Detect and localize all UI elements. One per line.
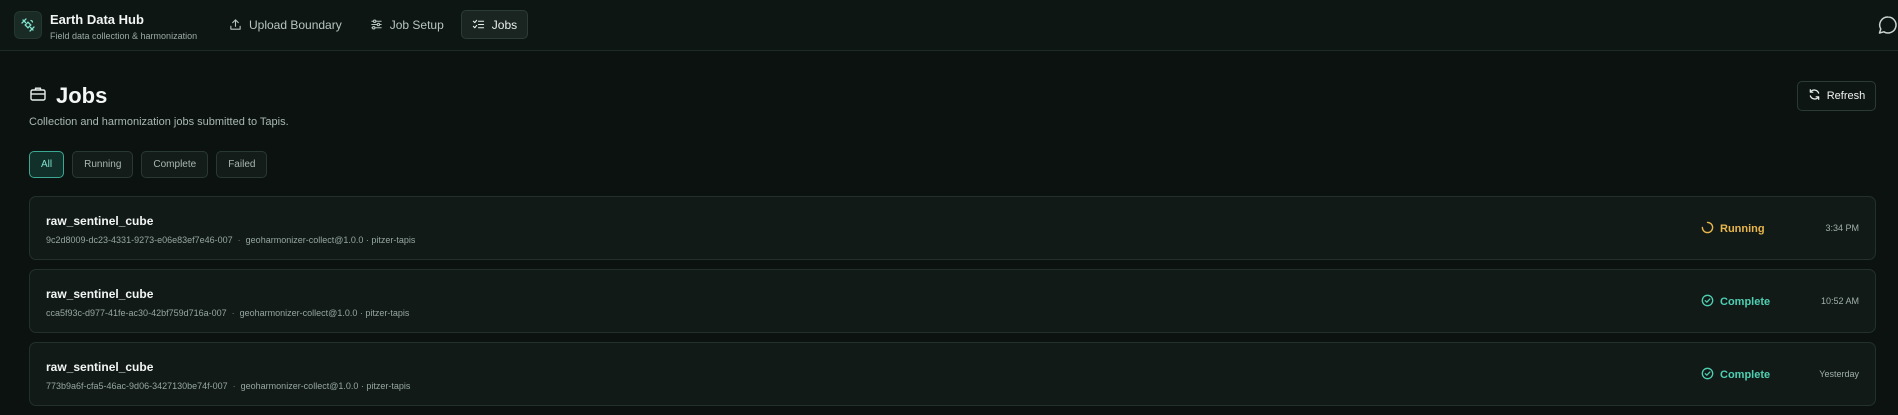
job-time: 3:34 PM [1825, 223, 1859, 233]
refresh-icon [1808, 88, 1821, 104]
nav-setup-label: Job Setup [389, 17, 444, 32]
job-app: geoharmonizer-collect@1.0.0 · pitzer-tap… [245, 235, 416, 245]
briefcase-icon [29, 85, 47, 108]
list-check-icon [472, 18, 485, 31]
filter-failed[interactable]: Failed [216, 151, 268, 178]
check-circle-icon [1701, 367, 1714, 383]
check-circle-icon [1701, 294, 1714, 310]
main-nav: Upload Boundary Job Setup Jobs [218, 10, 529, 39]
job-meta: cca5f93c-d977-41fe-ac30-42bf759d716a-007… [46, 308, 410, 318]
job-status-label: Complete [1720, 369, 1771, 381]
app-subtitle: Field data collection & harmonization [50, 31, 198, 41]
job-list: raw_sentinel_cube 9c2d8009-dc23-4331-927… [29, 196, 1876, 415]
page-header: Jobs [29, 83, 107, 109]
job-id: 773b9a6f-cfa5-46ac-9d06-3427130be74f-007 [46, 381, 228, 391]
spinner-icon [1701, 221, 1714, 237]
nav-job-setup[interactable]: Job Setup [359, 10, 455, 39]
job-app: geoharmonizer-collect@1.0.0 · pitzer-tap… [239, 308, 410, 318]
job-name: raw_sentinel_cube [46, 360, 154, 374]
status-badge: Running [1701, 221, 1765, 237]
status-badge: Complete [1701, 367, 1770, 383]
nav-jobs[interactable]: Jobs [460, 10, 529, 39]
status-badge: Complete [1701, 294, 1770, 310]
job-row[interactable]: raw_sentinel_cube 773b9a6f-cfa5-46ac-9d0… [29, 342, 1876, 406]
upload-icon [229, 18, 242, 31]
job-status-label: Complete [1720, 296, 1771, 308]
job-row[interactable]: raw_sentinel_cube cca5f93c-d977-41fe-ac3… [29, 269, 1876, 333]
job-row[interactable]: raw_sentinel_cube 9c2d8009-dc23-4331-927… [29, 196, 1876, 260]
satellite-icon[interactable] [14, 11, 42, 39]
job-name: raw_sentinel_cube [46, 287, 154, 301]
top-bar: Earth Data Hub Field data collection & h… [0, 0, 1898, 51]
nav-jobs-label: Jobs [491, 17, 518, 32]
job-time: 10:52 AM [1820, 296, 1859, 306]
job-status-label: Running [1720, 223, 1765, 235]
filter-running[interactable]: Running [72, 151, 134, 178]
status-filters: All Running Complete Failed [29, 151, 268, 178]
refresh-button[interactable]: Refresh [1797, 81, 1876, 111]
job-name: raw_sentinel_cube [46, 214, 154, 228]
job-time: Yesterday [1819, 369, 1859, 379]
nav-upload-label: Upload Boundary [249, 17, 342, 32]
filter-complete[interactable]: Complete [141, 151, 209, 178]
app-title: Earth Data Hub [50, 12, 144, 27]
job-app: geoharmonizer-collect@1.0.0 · pitzer-tap… [240, 381, 411, 391]
job-id: cca5f93c-d977-41fe-ac30-42bf759d716a-007 [46, 308, 227, 318]
filter-all[interactable]: All [29, 151, 65, 178]
page-title: Jobs [56, 83, 108, 108]
job-meta: 9c2d8009-dc23-4331-9273-e06e83ef7e46-007… [46, 235, 416, 245]
page-subtitle: Collection and harmonization jobs submit… [29, 116, 289, 128]
refresh-label: Refresh [1826, 90, 1866, 102]
sliders-icon [370, 18, 383, 31]
nav-upload-boundary[interactable]: Upload Boundary [218, 10, 353, 39]
job-meta: 773b9a6f-cfa5-46ac-9d06-3427130be74f-007… [46, 381, 411, 391]
job-id: 9c2d8009-dc23-4331-9273-e06e83ef7e46-007 [46, 235, 233, 245]
chat-bubble-icon[interactable] [1876, 14, 1898, 38]
